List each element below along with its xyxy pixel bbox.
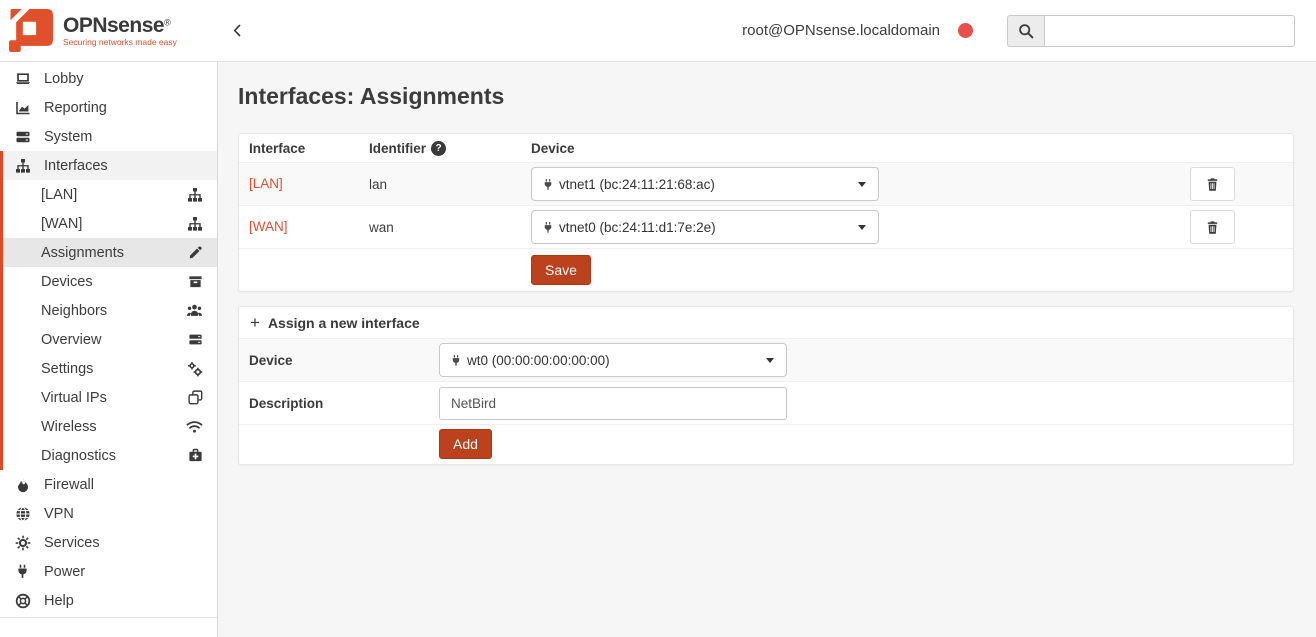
trash-icon	[1205, 220, 1220, 235]
globe-icon	[14, 506, 31, 522]
col-header-identifier: Identifier ?	[369, 141, 531, 156]
logo-title: OPNsense	[63, 14, 164, 37]
logged-in-user: root@OPNsense.localdomain	[742, 22, 940, 39]
users-icon	[186, 302, 203, 319]
sidebar-item-vpn[interactable]: VPN	[0, 499, 217, 528]
sidebar-item-overview[interactable]: Overview	[3, 325, 217, 354]
add-row: Add	[239, 424, 1293, 464]
assign-new-interface-card: + Assign a new interface Device wt0 (00:…	[238, 306, 1294, 465]
search-input[interactable]	[1044, 15, 1295, 47]
opnsense-logo-icon	[9, 8, 54, 53]
chevron-left-icon	[230, 23, 245, 38]
col-header-device: Device	[531, 141, 1123, 156]
sidebar-item-firewall[interactable]: Firewall	[0, 470, 217, 499]
opnsense-logo[interactable]: OPNsense® Securing networks made easy	[0, 8, 218, 53]
sidebar-item-lobby[interactable]: Lobby	[0, 64, 217, 93]
device-form-row: Device wt0 (00:00:00:00:00:00)	[239, 338, 1293, 381]
sitemap-icon	[187, 216, 203, 232]
laptop-icon	[14, 71, 31, 87]
plug-icon	[542, 178, 554, 191]
sidebar-item-settings[interactable]: Settings	[3, 354, 217, 383]
system-status-indicator[interactable]	[958, 23, 973, 38]
plug-icon	[450, 354, 462, 367]
sidebar-item-neighbors[interactable]: Neighbors	[3, 296, 217, 325]
description-label: Description	[239, 396, 439, 411]
device-label: Device	[239, 353, 439, 368]
interfaces-expanded-group: Interfaces [LAN] [WAN] Assignments Devic…	[0, 151, 217, 470]
assign-new-interface-header: + Assign a new interface	[239, 307, 1293, 338]
wan-interface-link[interactable]: [WAN]	[249, 219, 288, 234]
area-chart-icon	[14, 100, 31, 116]
table-row-lan: [LAN] lan vtnet1 (bc:24:11:21:68:ac)	[239, 162, 1293, 205]
caret-down-icon	[766, 358, 774, 363]
wan-device-select[interactable]: vtnet0 (bc:24:11:d1:7e:2e)	[531, 210, 879, 244]
gears-icon	[187, 361, 203, 377]
global-search	[1007, 15, 1295, 47]
sidebar-item-lan[interactable]: [LAN]	[3, 180, 217, 209]
search-icon	[1018, 23, 1034, 39]
table-header-row: Interface Identifier ? Device	[239, 134, 1293, 162]
sidebar-item-help[interactable]: Help	[0, 586, 217, 615]
sidebar-item-assignments[interactable]: Assignments	[3, 238, 217, 267]
add-button[interactable]: Add	[439, 429, 492, 459]
description-input[interactable]	[439, 387, 787, 420]
sidebar-item-wan[interactable]: [WAN]	[3, 209, 217, 238]
gear-icon	[14, 535, 31, 551]
plug-icon	[542, 221, 554, 234]
caret-down-icon	[858, 225, 866, 230]
sidebar-collapse-button[interactable]	[230, 23, 245, 38]
table-row-wan: [WAN] wan vtnet0 (bc:24:11:d1:7e:2e)	[239, 205, 1293, 248]
lan-identifier: lan	[369, 177, 387, 192]
save-button[interactable]: Save	[531, 255, 591, 285]
wan-delete-button[interactable]	[1190, 210, 1235, 244]
description-form-row: Description	[239, 381, 1293, 424]
server-icon	[14, 129, 31, 145]
sitemap-icon	[187, 187, 203, 203]
wifi-icon	[186, 418, 203, 435]
sidebar-item-wireless[interactable]: Wireless	[3, 412, 217, 441]
logo-tagline: Securing networks made easy	[63, 38, 177, 47]
sidebar-item-power[interactable]: Power	[0, 557, 217, 586]
plus-icon: +	[250, 313, 260, 333]
question-circle-icon[interactable]: ?	[431, 141, 446, 156]
sidebar-item-virtual-ips[interactable]: Virtual IPs	[3, 383, 217, 412]
server-icon	[188, 332, 203, 347]
sitemap-icon	[14, 158, 31, 174]
col-header-interface: Interface	[239, 141, 369, 156]
caret-down-icon	[858, 182, 866, 187]
registered-mark: ®	[164, 17, 171, 27]
sidebar: Lobby Reporting System Interfaces [LAN] …	[0, 62, 218, 637]
search-addon	[1007, 15, 1044, 47]
main-content: Interfaces: Assignments Interface Identi…	[219, 62, 1316, 637]
save-row: Save	[239, 248, 1293, 291]
sidebar-item-system[interactable]: System	[0, 122, 217, 151]
lan-interface-link[interactable]: [LAN]	[249, 176, 283, 191]
archive-icon	[188, 274, 203, 289]
sidebar-item-reporting[interactable]: Reporting	[0, 93, 217, 122]
top-header-bar: OPNsense® Securing networks made easy ro…	[0, 0, 1316, 62]
life-ring-icon	[14, 593, 31, 609]
lan-device-select[interactable]: vtnet1 (bc:24:11:21:68:ac)	[531, 167, 879, 201]
pencil-icon	[188, 245, 203, 260]
lan-delete-button[interactable]	[1190, 167, 1235, 201]
clone-icon	[188, 390, 203, 405]
assignments-card: Interface Identifier ? Device [LAN] lan …	[238, 133, 1294, 292]
new-device-select[interactable]: wt0 (00:00:00:00:00:00)	[439, 343, 787, 377]
wan-identifier: wan	[369, 220, 394, 235]
sidebar-item-services[interactable]: Services	[0, 528, 217, 557]
sidebar-item-devices[interactable]: Devices	[3, 267, 217, 296]
assign-new-interface-title: Assign a new interface	[268, 315, 420, 331]
fire-icon	[14, 477, 31, 493]
page-title: Interfaces: Assignments	[238, 83, 1294, 110]
sidebar-item-interfaces[interactable]: Interfaces	[3, 151, 217, 180]
trash-icon	[1205, 177, 1220, 192]
sidebar-item-diagnostics[interactable]: Diagnostics	[3, 441, 217, 470]
medkit-icon	[188, 448, 203, 463]
sidebar-divider	[0, 617, 217, 618]
plug-icon	[14, 564, 31, 579]
